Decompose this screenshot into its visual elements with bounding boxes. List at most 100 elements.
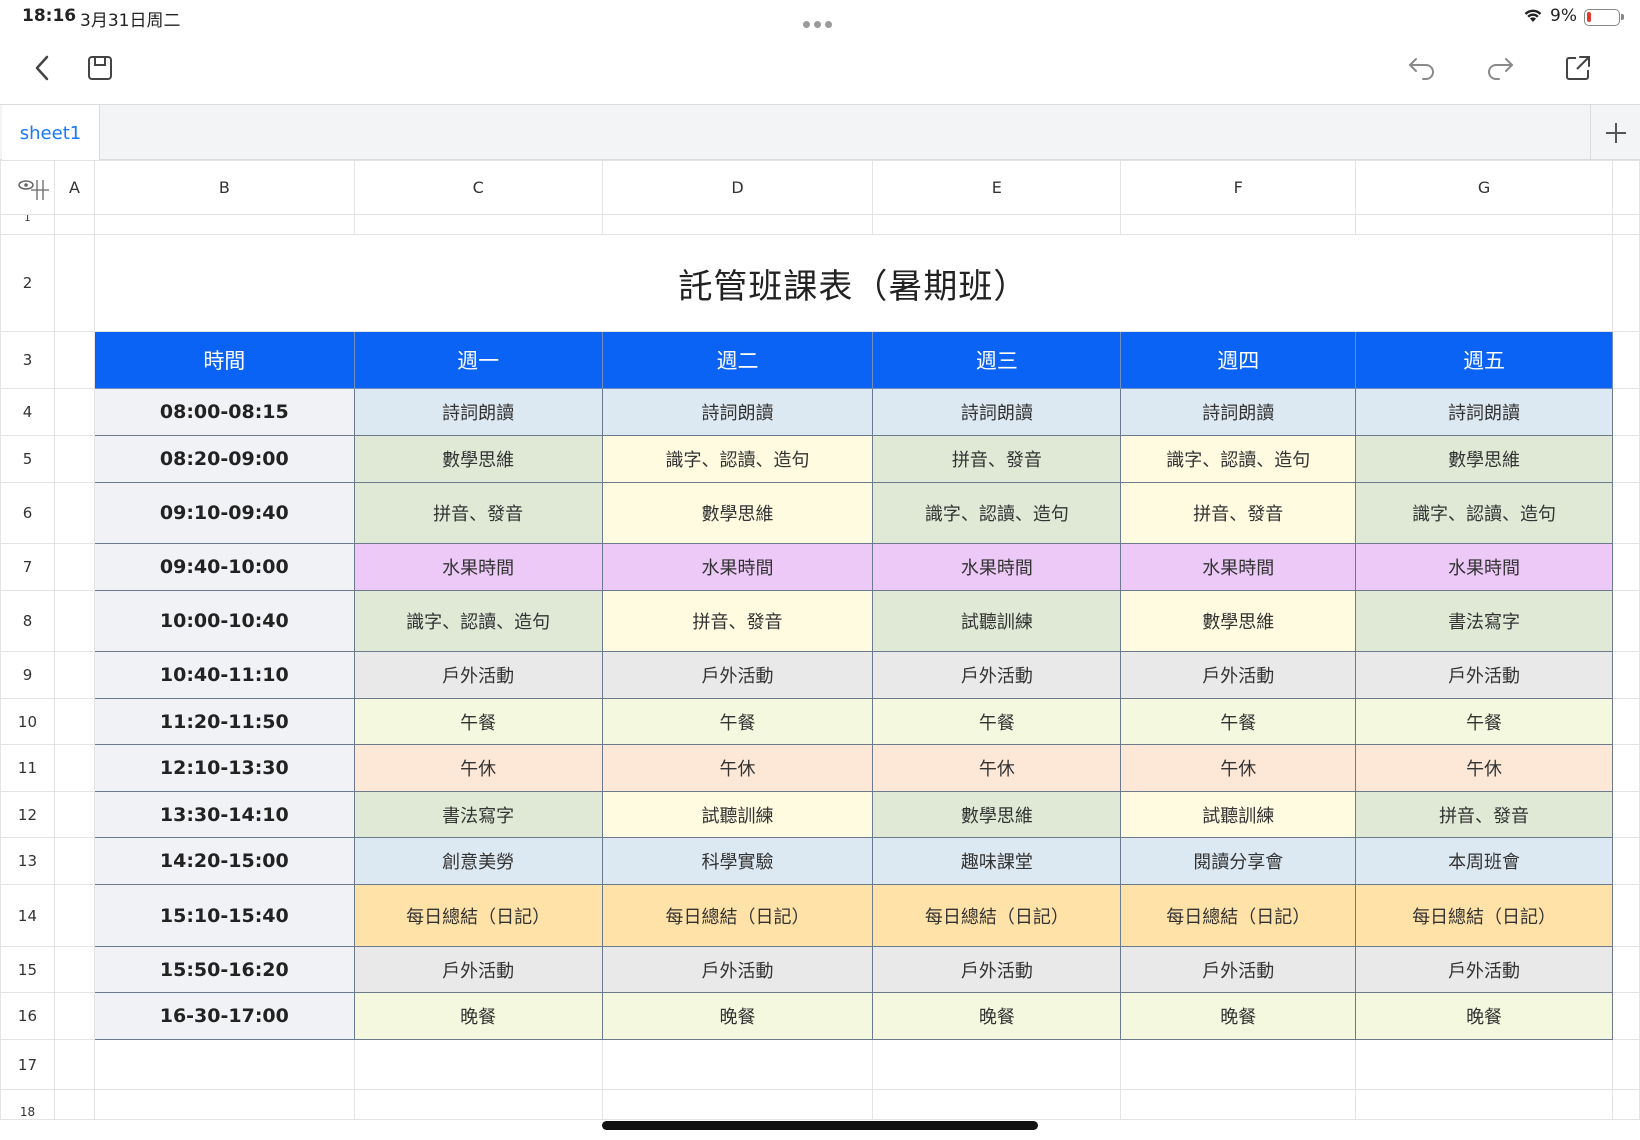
empty-cell[interactable] <box>1611 482 1640 544</box>
activity-cell-thursday[interactable]: 午休 <box>1120 744 1357 792</box>
home-indicator[interactable] <box>602 1121 1038 1130</box>
activity-cell-friday[interactable]: 詩詞朗讀 <box>1355 388 1613 436</box>
activity-cell-tuesday[interactable]: 水果時間 <box>601 543 874 591</box>
activity-cell-tuesday[interactable]: 午餐 <box>601 698 874 745</box>
row-header[interactable]: 3 <box>0 331 55 389</box>
empty-cell[interactable] <box>53 331 95 389</box>
empty-cell[interactable] <box>53 435 95 483</box>
activity-cell-wednesday[interactable]: 數學思維 <box>872 791 1122 838</box>
activity-cell-thursday[interactable]: 水果時間 <box>1120 543 1357 591</box>
time-slot-cell[interactable]: 09:40-10:00 <box>93 543 355 591</box>
save-icon[interactable] <box>82 50 118 86</box>
activity-cell-wednesday[interactable]: 戶外活動 <box>872 946 1122 993</box>
activity-cell-tuesday[interactable]: 識字、認讀、造句 <box>601 435 874 483</box>
empty-cell[interactable] <box>53 214 95 235</box>
row-header[interactable]: 2 <box>0 234 55 332</box>
empty-cell[interactable] <box>53 992 95 1040</box>
activity-cell-wednesday[interactable]: 拼音、發音 <box>872 435 1122 483</box>
header-monday[interactable]: 週一 <box>353 331 603 389</box>
activity-cell-wednesday[interactable]: 識字、認讀、造句 <box>872 482 1122 544</box>
column-header-e[interactable]: E <box>872 160 1122 215</box>
activity-cell-friday[interactable]: 戶外活動 <box>1355 651 1613 699</box>
activity-cell-monday[interactable]: 戶外活動 <box>353 651 603 699</box>
empty-cell[interactable] <box>53 744 95 792</box>
time-slot-cell[interactable]: 10:40-11:10 <box>93 651 355 699</box>
time-slot-cell[interactable]: 16-30-17:00 <box>93 992 355 1040</box>
empty-cell[interactable] <box>1611 946 1640 993</box>
row-header[interactable]: 14 <box>0 884 55 947</box>
activity-cell-friday[interactable]: 書法寫字 <box>1355 590 1613 652</box>
column-header-d[interactable]: D <box>601 160 874 215</box>
empty-cell[interactable] <box>53 590 95 652</box>
empty-cell[interactable] <box>1355 214 1613 235</box>
row-header[interactable]: 9 <box>0 651 55 699</box>
empty-cell[interactable] <box>1611 992 1640 1040</box>
freeze-panes-icon[interactable] <box>17 179 53 201</box>
activity-cell-monday[interactable]: 數學思維 <box>353 435 603 483</box>
activity-cell-tuesday[interactable]: 每日總結（日記） <box>601 884 874 947</box>
time-slot-cell[interactable]: 15:50-16:20 <box>93 946 355 993</box>
empty-cell[interactable] <box>1611 234 1640 332</box>
empty-cell[interactable] <box>1611 791 1640 838</box>
activity-cell-monday[interactable]: 午餐 <box>353 698 603 745</box>
activity-cell-wednesday[interactable]: 試聽訓練 <box>872 590 1122 652</box>
activity-cell-wednesday[interactable]: 詩詞朗讀 <box>872 388 1122 436</box>
empty-cell[interactable] <box>1611 590 1640 652</box>
activity-cell-friday[interactable]: 識字、認讀、造句 <box>1355 482 1613 544</box>
time-slot-cell[interactable]: 14:20-15:00 <box>93 837 355 885</box>
activity-cell-wednesday[interactable]: 午餐 <box>872 698 1122 745</box>
row-header[interactable]: 18 <box>0 1089 55 1120</box>
activity-cell-tuesday[interactable]: 戶外活動 <box>601 651 874 699</box>
row-header[interactable]: 17 <box>0 1039 55 1090</box>
empty-cell[interactable] <box>53 1089 95 1120</box>
empty-cell[interactable] <box>1120 214 1357 235</box>
empty-cell[interactable] <box>1611 698 1640 745</box>
activity-cell-thursday[interactable]: 試聽訓練 <box>1120 791 1357 838</box>
activity-cell-wednesday[interactable]: 晚餐 <box>872 992 1122 1040</box>
activity-cell-tuesday[interactable]: 詩詞朗讀 <box>601 388 874 436</box>
empty-cell[interactable] <box>53 651 95 699</box>
activity-cell-friday[interactable]: 晚餐 <box>1355 992 1613 1040</box>
row-header[interactable]: 6 <box>0 482 55 544</box>
activity-cell-friday[interactable]: 本周班會 <box>1355 837 1613 885</box>
header-time[interactable]: 時間 <box>93 331 355 389</box>
activity-cell-friday[interactable]: 戶外活動 <box>1355 946 1613 993</box>
empty-cell[interactable] <box>53 234 95 332</box>
row-header[interactable]: 1 <box>0 214 55 235</box>
header-thursday[interactable]: 週四 <box>1120 331 1357 389</box>
activity-cell-wednesday[interactable]: 每日總結（日記） <box>872 884 1122 947</box>
header-wednesday[interactable]: 週三 <box>872 331 1122 389</box>
share-icon[interactable] <box>1560 50 1596 86</box>
empty-cell[interactable] <box>353 1039 603 1090</box>
time-slot-cell[interactable]: 10:00-10:40 <box>93 590 355 652</box>
empty-cell[interactable] <box>1611 331 1640 389</box>
empty-cell[interactable] <box>1611 651 1640 699</box>
empty-cell[interactable] <box>601 214 874 235</box>
empty-cell[interactable] <box>53 543 95 591</box>
activity-cell-friday[interactable]: 水果時間 <box>1355 543 1613 591</box>
empty-cell[interactable] <box>1120 1039 1357 1090</box>
activity-cell-tuesday[interactable]: 拼音、發音 <box>601 590 874 652</box>
time-slot-cell[interactable]: 12:10-13:30 <box>93 744 355 792</box>
activity-cell-monday[interactable]: 詩詞朗讀 <box>353 388 603 436</box>
activity-cell-friday[interactable]: 數學思維 <box>1355 435 1613 483</box>
activity-cell-monday[interactable]: 創意美勞 <box>353 837 603 885</box>
empty-cell[interactable] <box>353 1089 603 1120</box>
activity-cell-tuesday[interactable]: 晚餐 <box>601 992 874 1040</box>
row-header[interactable]: 8 <box>0 590 55 652</box>
column-header-b[interactable]: B <box>93 160 355 215</box>
empty-cell[interactable] <box>53 837 95 885</box>
column-header-f[interactable]: F <box>1120 160 1357 215</box>
empty-cell[interactable] <box>1120 1089 1357 1120</box>
activity-cell-thursday[interactable]: 午餐 <box>1120 698 1357 745</box>
row-header[interactable]: 5 <box>0 435 55 483</box>
activity-cell-tuesday[interactable]: 科學實驗 <box>601 837 874 885</box>
empty-cell[interactable] <box>353 214 603 235</box>
empty-cell[interactable] <box>93 1089 355 1120</box>
activity-cell-wednesday[interactable]: 趣味課堂 <box>872 837 1122 885</box>
activity-cell-thursday[interactable]: 戶外活動 <box>1120 651 1357 699</box>
back-icon[interactable] <box>24 50 60 86</box>
time-slot-cell[interactable]: 11:20-11:50 <box>93 698 355 745</box>
activity-cell-monday[interactable]: 戶外活動 <box>353 946 603 993</box>
undo-icon[interactable] <box>1404 50 1440 86</box>
